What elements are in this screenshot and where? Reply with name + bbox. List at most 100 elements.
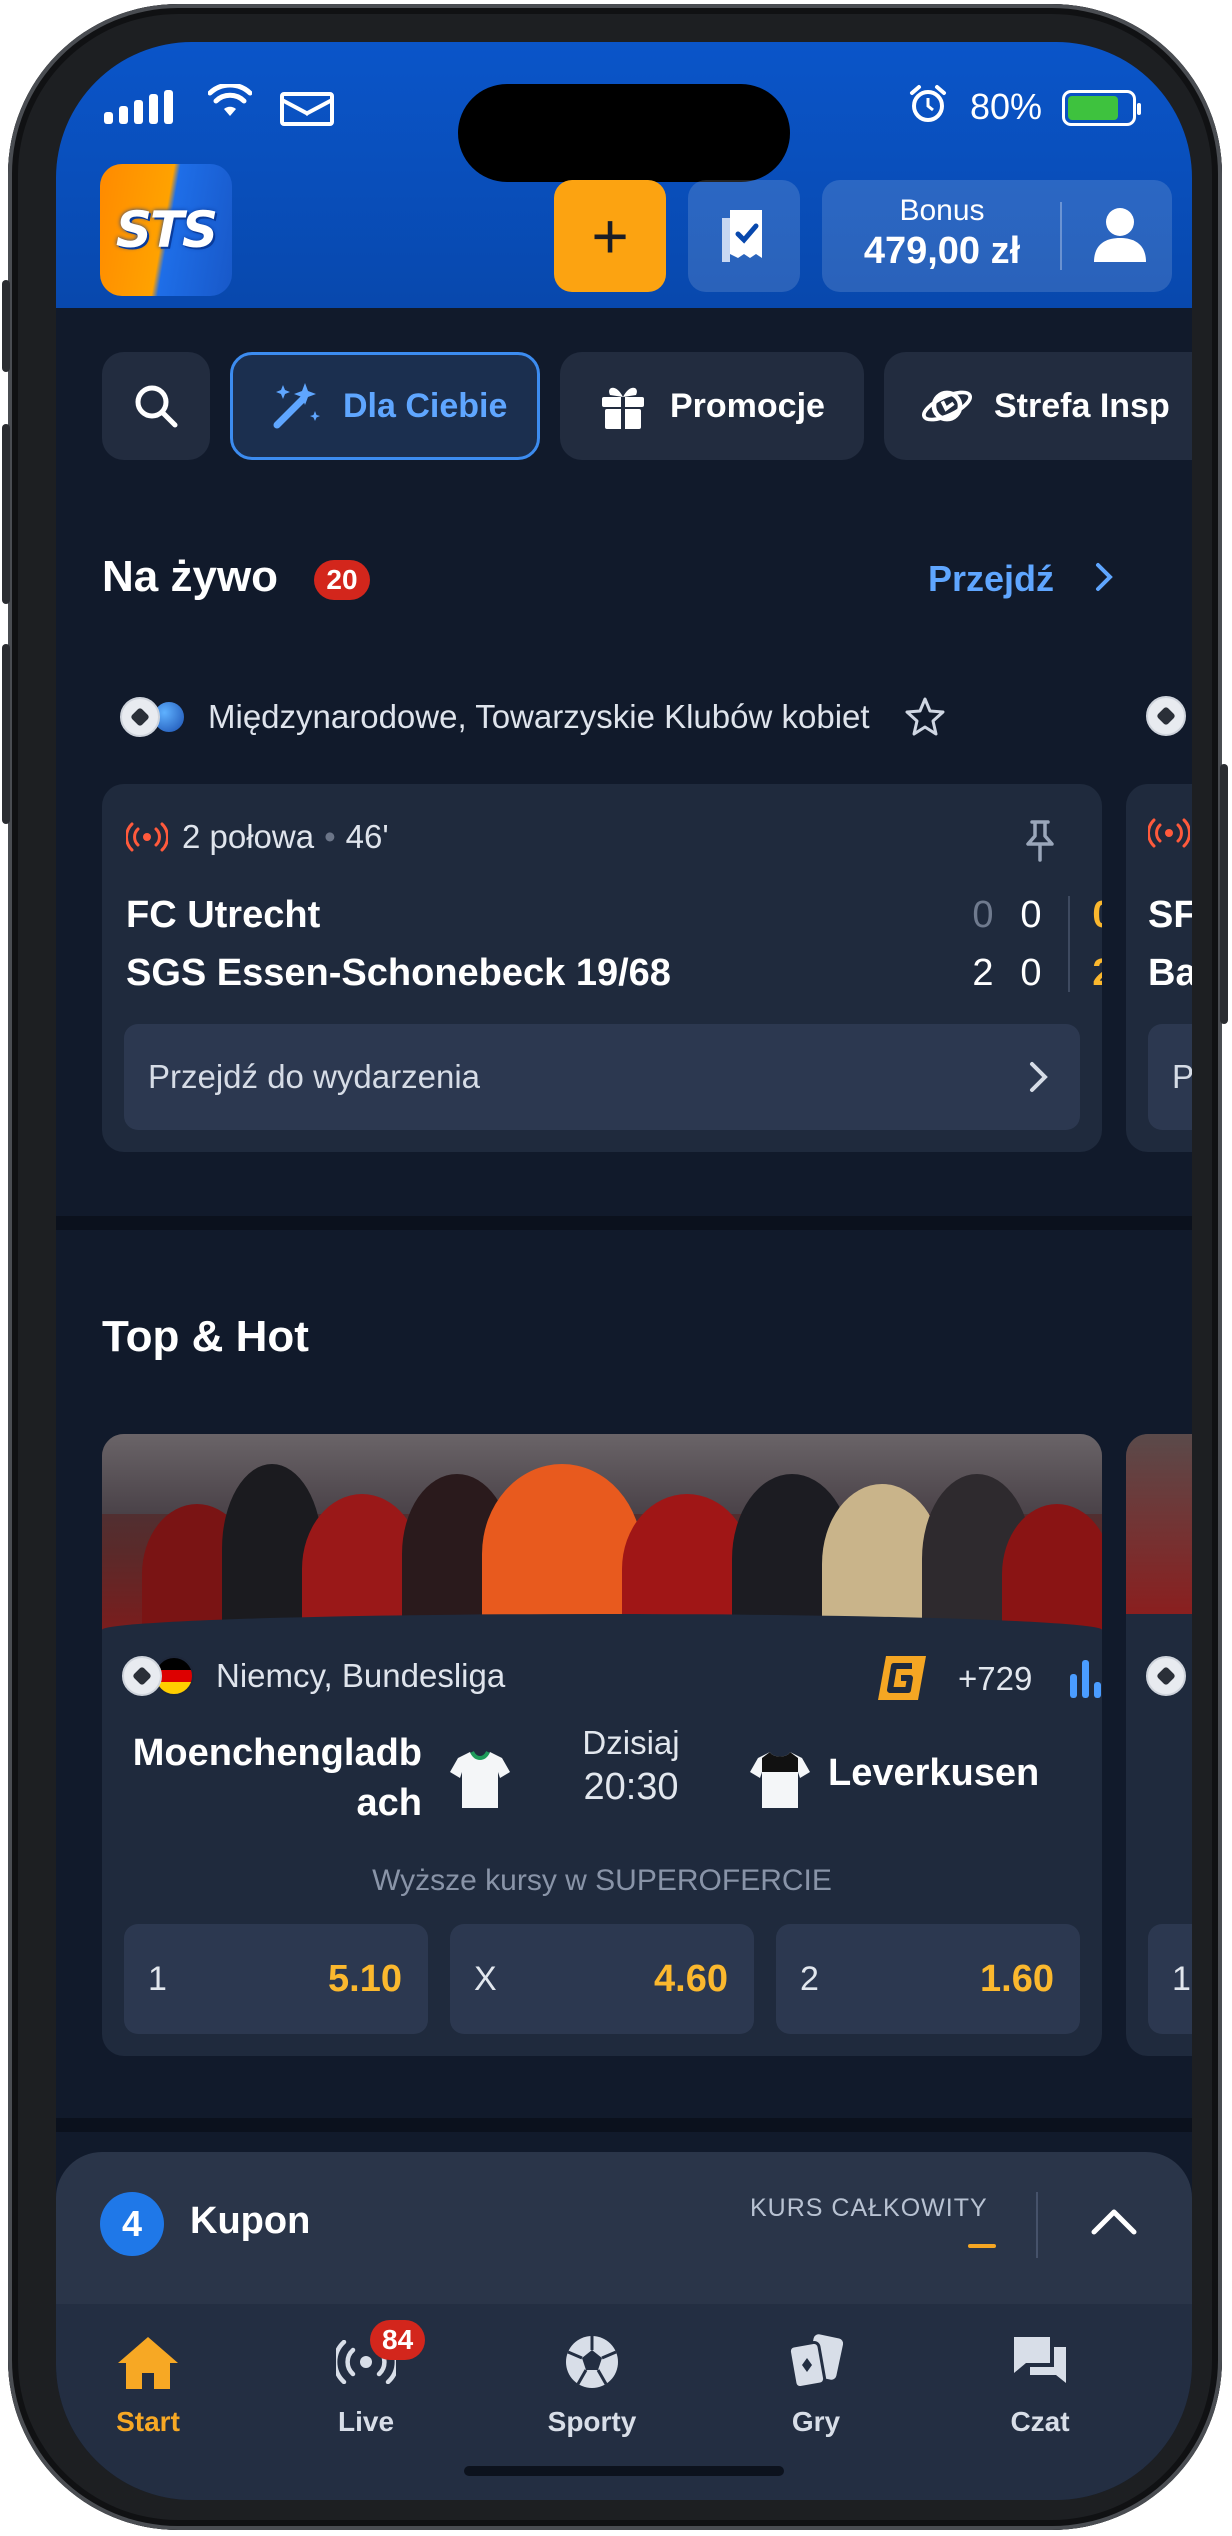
mute-switch xyxy=(2,280,10,372)
away-team-name: SGS Essen-Schonebeck 19/68 xyxy=(126,952,671,994)
power-button xyxy=(1220,764,1228,1024)
home-score-half1: 0 xyxy=(972,894,994,936)
tophot-section-title: Top & Hot xyxy=(102,1312,309,1361)
live-section-title: Na żywo xyxy=(102,552,279,601)
odds-label: 1 xyxy=(148,1960,167,1998)
star-icon[interactable] xyxy=(904,696,946,738)
live-count-badge: 20 xyxy=(314,560,370,600)
chip-dla-ciebie[interactable]: Dla Ciebie xyxy=(230,352,540,460)
chevron-up-icon[interactable] xyxy=(1090,2206,1138,2236)
peek-league-row xyxy=(1146,1656,1186,1696)
peek-tophot-card[interactable]: 1 xyxy=(1126,1434,1192,2056)
cards-icon xyxy=(736,2326,896,2398)
volume-up-button xyxy=(2,424,10,604)
soccer-ball-icon xyxy=(512,2326,672,2398)
bonus-balance-button[interactable]: Bonus 479,00 zł xyxy=(822,180,1172,292)
odds-label: X xyxy=(474,1960,497,1998)
home-score-total: 0 xyxy=(1088,894,1102,937)
tab-live[interactable]: Live 84 xyxy=(286,2320,446,2438)
phone-frame: 80% STS + Bonus 479,00 zł Dla Ciebie Pro… xyxy=(2,4,1228,2530)
peek-go-to-label: P xyxy=(1172,1058,1192,1095)
coupon-separator xyxy=(1036,2192,1038,2258)
go-to-event-button[interactable]: Przejdź do wydarzenia xyxy=(124,1024,1080,1130)
section-divider xyxy=(56,1216,1192,1230)
chevron-right-icon xyxy=(1096,563,1113,591)
tab-label: Czat xyxy=(1010,2406,1070,2437)
league-name: Międzynarodowe, Towarzyskie Klubów kobie… xyxy=(208,698,870,735)
match-period: 2 połowa xyxy=(182,818,315,855)
tab-label: Live xyxy=(337,2406,395,2437)
status-bar: 80% xyxy=(56,42,1192,182)
home-jersey-icon xyxy=(450,1750,510,1808)
coupon-bar[interactable]: 4 Kupon KURS CAŁKOWITY xyxy=(56,2152,1192,2320)
peek-go-to-event[interactable]: P xyxy=(1148,1024,1192,1130)
match-minute: 46' xyxy=(345,818,389,855)
away-jersey-icon xyxy=(750,1752,810,1808)
odds-button-draw[interactable]: X 4.60 xyxy=(450,1924,754,2034)
peek-away-team: Ba xyxy=(1148,952,1192,994)
odds-label: 1 xyxy=(1172,1960,1191,1998)
gift-icon xyxy=(596,379,650,433)
live-count-badge: 84 xyxy=(370,2320,426,2360)
home-team-line2: ach xyxy=(356,1782,422,1824)
tab-sporty[interactable]: Sporty xyxy=(512,2326,672,2438)
tab-czat[interactable]: Czat xyxy=(960,2326,1120,2438)
odds-label: 2 xyxy=(800,1960,819,1998)
peek-live-card[interactable]: SF Ba P xyxy=(1126,784,1192,1152)
deposit-button[interactable]: + xyxy=(554,180,666,292)
chip-label: Dla Ciebie xyxy=(343,386,508,425)
home-team-name: FC Utrecht xyxy=(126,894,321,936)
planet-icon xyxy=(920,379,974,433)
user-icon[interactable] xyxy=(1090,204,1150,266)
pin-icon[interactable] xyxy=(1022,818,1058,862)
tab-gry[interactable]: Gry xyxy=(736,2326,896,2438)
search-icon xyxy=(135,385,178,428)
chip-promocje[interactable]: Promocje xyxy=(560,352,864,460)
odds-button-away[interactable]: 2 1.60 xyxy=(776,1924,1080,2034)
tab-label: Sporty xyxy=(547,2406,637,2437)
tab-start[interactable]: Start xyxy=(68,2326,228,2438)
home-score-half2: 0 xyxy=(1020,894,1042,936)
match-day: Dzisiaj xyxy=(582,1724,680,1761)
chip-strefa-inspiracji[interactable]: Strefa Insp xyxy=(884,352,1192,460)
sts-logo[interactable]: STS xyxy=(100,164,232,296)
peek-banner-image xyxy=(1126,1434,1192,1614)
total-odds-placeholder xyxy=(968,2244,996,2248)
tab-label: Gry xyxy=(791,2406,841,2437)
live-see-all-link[interactable]: Przejdź xyxy=(928,558,1116,600)
home-team-name: Moenchengladb ach xyxy=(112,1728,422,1828)
peek-odds-button[interactable]: 1 xyxy=(1148,1924,1192,2034)
bonus-label: Bonus xyxy=(899,194,985,227)
live-broadcast-icon xyxy=(1148,818,1190,848)
separator-dot: • xyxy=(324,818,336,855)
coupon-title: Kupon xyxy=(190,2200,311,2242)
away-score-total: 2 xyxy=(1088,952,1102,995)
stats-bars-icon[interactable] xyxy=(1068,1656,1102,1700)
tophot-league-row[interactable]: Niemcy, Bundesliga xyxy=(122,1656,505,1696)
volume-down-button xyxy=(2,644,10,824)
app-screen: 80% STS + Bonus 479,00 zł Dla Ciebie Pro… xyxy=(56,42,1192,2500)
superoferta-note: Wyższe kursy w SUPEROFERCIE xyxy=(372,1864,832,1897)
bonus-separator xyxy=(1060,202,1062,270)
chip-label: Strefa Insp xyxy=(994,386,1170,425)
mail-icon xyxy=(280,92,334,126)
score-divider xyxy=(1068,896,1070,992)
my-bets-button[interactable] xyxy=(688,180,800,292)
signal-icon xyxy=(104,90,173,124)
tab-label: Start xyxy=(116,2406,180,2437)
bonus-value: 479,00 zł xyxy=(863,230,1021,272)
ticket-check-icon xyxy=(722,210,762,262)
soccer-ball-icon xyxy=(1146,696,1186,736)
away-team-name: Leverkusen xyxy=(828,1752,1040,1794)
markets-count[interactable]: +729 xyxy=(958,1660,1032,1698)
tophot-match-card[interactable]: Niemcy, Bundesliga +729 Moenchengladb ac… xyxy=(102,1434,1102,2056)
wifi-icon xyxy=(207,82,253,127)
search-button[interactable] xyxy=(102,352,210,460)
battery-percentage: 80% xyxy=(970,86,1043,127)
odds-button-home[interactable]: 1 5.10 xyxy=(124,1924,428,2034)
live-league-row[interactable]: Międzynarodowe, Towarzyskie Klubów kobie… xyxy=(120,696,946,738)
odds-value: 1.60 xyxy=(980,1958,1054,2000)
home-indicator[interactable] xyxy=(464,2466,784,2476)
peek-league-row xyxy=(1146,696,1186,736)
live-match-card[interactable]: 2 połowa • 46' FC Utrecht SGS Essen-Scho… xyxy=(102,784,1102,1152)
